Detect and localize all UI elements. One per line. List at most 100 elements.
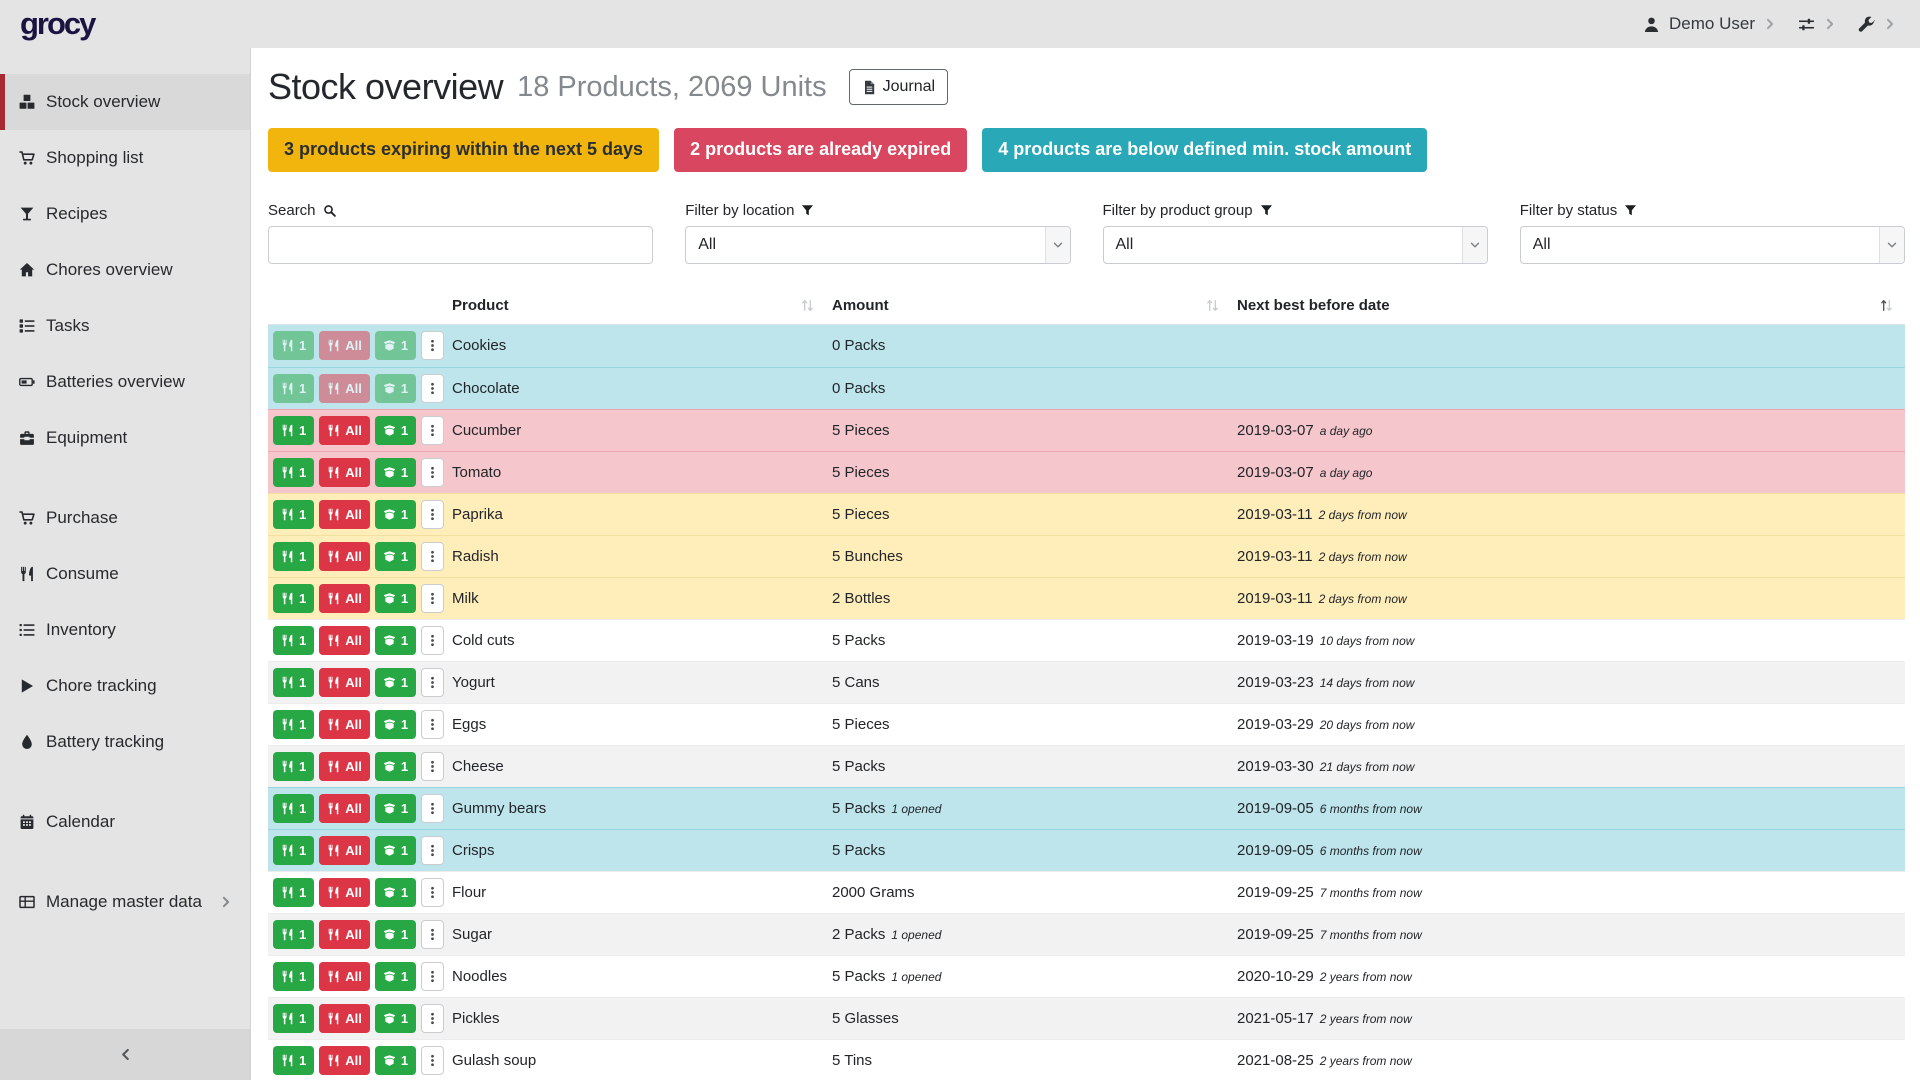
consume-one-button[interactable]: 1 <box>273 1046 314 1075</box>
consume-all-button[interactable]: All <box>319 794 370 823</box>
consume-all-button[interactable]: All <box>319 836 370 865</box>
open-one-button[interactable]: 1 <box>375 584 416 613</box>
sidebar-item-stock-overview[interactable]: Stock overview <box>0 74 250 130</box>
sidebar-item-tasks[interactable]: Tasks <box>0 298 250 354</box>
consume-one-button[interactable]: 1 <box>273 626 314 655</box>
sidebar-item-consume[interactable]: Consume <box>0 546 250 602</box>
consume-all-button[interactable]: All <box>319 584 370 613</box>
consume-one-button[interactable]: 1 <box>273 878 314 907</box>
row-menu-button[interactable] <box>421 584 444 613</box>
open-one-button[interactable]: 1 <box>375 1046 416 1075</box>
consume-all-button[interactable]: All <box>319 331 370 360</box>
row-menu-button[interactable] <box>421 1004 444 1033</box>
row-menu-button[interactable] <box>421 962 444 991</box>
consume-all-button[interactable]: All <box>319 626 370 655</box>
consume-one-button[interactable]: 1 <box>273 710 314 739</box>
row-menu-button[interactable] <box>421 1046 444 1075</box>
user-menu[interactable]: Demo User <box>1643 14 1776 34</box>
open-one-button[interactable]: 1 <box>375 500 416 529</box>
row-menu-button[interactable] <box>421 710 444 739</box>
sidebar-item-manage-master-data[interactable]: Manage master data <box>0 874 250 930</box>
column-header-product[interactable]: Product <box>446 288 826 324</box>
open-one-button[interactable]: 1 <box>375 542 416 571</box>
sidebar-collapse-button[interactable] <box>0 1029 250 1080</box>
sidebar-item-calendar[interactable]: Calendar <box>0 794 250 850</box>
consume-one-button[interactable]: 1 <box>273 836 314 865</box>
open-one-button[interactable]: 1 <box>375 878 416 907</box>
consume-one-button[interactable]: 1 <box>273 374 314 403</box>
consume-one-button[interactable]: 1 <box>273 416 314 445</box>
status-badge-expiring[interactable]: 3 products expiring within the next 5 da… <box>268 128 659 172</box>
row-menu-button[interactable] <box>421 626 444 655</box>
search-input[interactable] <box>268 226 653 264</box>
open-one-button[interactable]: 1 <box>375 416 416 445</box>
filter-by-location-select[interactable]: All <box>685 226 1070 264</box>
consume-all-button[interactable]: All <box>319 1004 370 1033</box>
row-menu-button[interactable] <box>421 542 444 571</box>
column-header-amount[interactable]: Amount <box>826 288 1231 324</box>
open-one-button[interactable]: 1 <box>375 710 416 739</box>
row-menu-button[interactable] <box>421 878 444 907</box>
row-menu-button[interactable] <box>421 374 444 403</box>
sidebar-item-recipes[interactable]: Recipes <box>0 186 250 242</box>
open-one-button[interactable]: 1 <box>375 668 416 697</box>
consume-one-button[interactable]: 1 <box>273 1004 314 1033</box>
row-menu-button[interactable] <box>421 794 444 823</box>
sidebar-item-inventory[interactable]: Inventory <box>0 602 250 658</box>
open-one-button[interactable]: 1 <box>375 836 416 865</box>
sidebar-item-equipment[interactable]: Equipment <box>0 410 250 466</box>
consume-all-button[interactable]: All <box>319 878 370 907</box>
consume-one-button[interactable]: 1 <box>273 500 314 529</box>
row-menu-button[interactable] <box>421 836 444 865</box>
open-one-button[interactable]: 1 <box>375 794 416 823</box>
consume-all-button[interactable]: All <box>319 1046 370 1075</box>
row-menu-button[interactable] <box>421 331 444 360</box>
consume-all-button[interactable]: All <box>319 500 370 529</box>
sidebar-item-purchase[interactable]: Purchase <box>0 490 250 546</box>
consume-one-button[interactable]: 1 <box>273 668 314 697</box>
row-menu-button[interactable] <box>421 920 444 949</box>
consume-all-button[interactable]: All <box>319 668 370 697</box>
row-menu-button[interactable] <box>421 416 444 445</box>
row-menu-button[interactable] <box>421 752 444 781</box>
admin-menu[interactable] <box>1858 16 1896 33</box>
open-one-button[interactable]: 1 <box>375 752 416 781</box>
open-one-button[interactable]: 1 <box>375 374 416 403</box>
sidebar-item-chores-overview[interactable]: Chores overview <box>0 242 250 298</box>
consume-one-button[interactable]: 1 <box>273 331 314 360</box>
status-badge-expired[interactable]: 2 products are already expired <box>674 128 967 172</box>
sidebar-item-shopping-list[interactable]: Shopping list <box>0 130 250 186</box>
sidebar-item-battery-tracking[interactable]: Battery tracking <box>0 714 250 770</box>
app-logo[interactable]: grocy <box>20 6 94 42</box>
open-one-button[interactable]: 1 <box>375 1004 416 1033</box>
row-menu-button[interactable] <box>421 500 444 529</box>
sidebar-item-batteries-overview[interactable]: Batteries overview <box>0 354 250 410</box>
open-one-button[interactable]: 1 <box>375 962 416 991</box>
filter-by-product-group-select[interactable]: All <box>1103 226 1488 264</box>
consume-one-button[interactable]: 1 <box>273 752 314 781</box>
consume-all-button[interactable]: All <box>319 416 370 445</box>
consume-one-button[interactable]: 1 <box>273 542 314 571</box>
consume-one-button[interactable]: 1 <box>273 584 314 613</box>
sidebar-item-chore-tracking[interactable]: Chore tracking <box>0 658 250 714</box>
open-one-button[interactable]: 1 <box>375 626 416 655</box>
filter-by-status-select[interactable]: All <box>1520 226 1905 264</box>
journal-button[interactable]: Journal <box>849 69 948 105</box>
open-one-button[interactable]: 1 <box>375 920 416 949</box>
settings-menu[interactable] <box>1798 16 1836 33</box>
column-header-next-best-before-date[interactable]: Next best before date <box>1231 288 1905 324</box>
row-menu-button[interactable] <box>421 668 444 697</box>
consume-all-button[interactable]: All <box>319 962 370 991</box>
open-one-button[interactable]: 1 <box>375 458 416 487</box>
consume-one-button[interactable]: 1 <box>273 962 314 991</box>
status-badge-below-min-stock[interactable]: 4 products are below defined min. stock … <box>982 128 1427 172</box>
consume-all-button[interactable]: All <box>319 752 370 781</box>
consume-one-button[interactable]: 1 <box>273 920 314 949</box>
consume-all-button[interactable]: All <box>319 542 370 571</box>
consume-all-button[interactable]: All <box>319 710 370 739</box>
consume-all-button[interactable]: All <box>319 920 370 949</box>
consume-all-button[interactable]: All <box>319 458 370 487</box>
row-menu-button[interactable] <box>421 458 444 487</box>
consume-one-button[interactable]: 1 <box>273 794 314 823</box>
consume-one-button[interactable]: 1 <box>273 458 314 487</box>
